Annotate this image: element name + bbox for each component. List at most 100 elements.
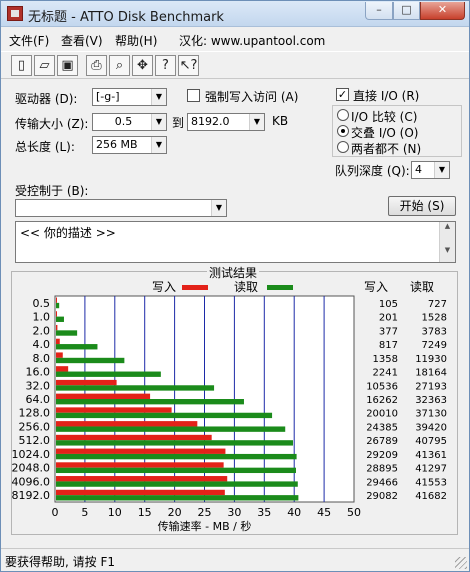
x-tick-label: 25 (198, 506, 212, 519)
help-icon[interactable]: ? (155, 55, 176, 76)
close-button[interactable]: ✕ (420, 2, 465, 20)
y-tick-label: 2048.0 (12, 462, 50, 475)
resize-grip[interactable] (455, 557, 467, 569)
x-tick-label: 5 (81, 506, 88, 519)
chevron-down-icon[interactable]: ▼ (249, 114, 264, 130)
print-icon[interactable]: ⎙ (86, 55, 107, 76)
direct-io-label[interactable]: 直接 I/O (R) (353, 87, 419, 104)
overlapped-io-label[interactable]: 交叠 I/O (O) (351, 124, 418, 141)
overlapped-io-radio[interactable] (337, 125, 349, 137)
minimize-button[interactable]: – (365, 2, 393, 20)
read-bar (56, 316, 64, 322)
write-bar (56, 324, 58, 331)
x-tick-label: 0 (52, 506, 59, 519)
chevron-down-icon[interactable]: ▼ (151, 137, 166, 153)
total-length-select[interactable]: 256 MB ▼ (92, 136, 167, 154)
drive-label: 驱动器 (D): (15, 92, 78, 106)
read-bar (56, 467, 296, 474)
read-value: 41553 (415, 477, 447, 488)
y-tick-label: 1024.0 (12, 448, 50, 461)
read-value: 27193 (415, 381, 447, 392)
start-button[interactable]: 开始 (S) (388, 196, 456, 216)
save-icon[interactable]: ▣ (57, 55, 78, 76)
print-preview-icon[interactable]: ⌕ (109, 55, 130, 76)
transfer-to-select[interactable]: 8192.0 ▼ (187, 113, 265, 131)
write-bar (56, 407, 172, 413)
write-bar (56, 448, 226, 454)
x-axis-label: 传输速率 - MB / 秒 (158, 519, 252, 533)
chevron-down-icon[interactable]: ▼ (151, 114, 166, 130)
write-value: 20010 (366, 409, 398, 420)
y-tick-label: 0.5 (33, 297, 51, 310)
write-value: 2241 (373, 368, 398, 379)
legend-swatch (182, 285, 208, 290)
read-value: 11930 (415, 354, 447, 365)
x-tick-label: 10 (108, 506, 122, 519)
write-value: 201 (379, 313, 398, 324)
neither-label[interactable]: 两者都不 (N) (351, 140, 421, 157)
force-write-checkbox[interactable] (187, 89, 200, 102)
atto-app-icon[interactable] (7, 6, 23, 21)
io-compare-radio[interactable] (337, 109, 349, 121)
chevron-down-icon[interactable]: ▼ (434, 162, 449, 178)
benchmark-chart: 0 5 10 15 20 25 30 35 40 45 50 传输速率 - MB / 秒 写入 读取 写入 读… (12, 280, 447, 533)
chevron-down-icon[interactable]: ▼ (211, 200, 226, 216)
write-value: 817 (379, 340, 398, 351)
write-bar (56, 434, 212, 441)
drive-select[interactable]: [-g-] ▼ (92, 88, 167, 106)
read-value: 40795 (415, 436, 447, 447)
neither-radio[interactable] (337, 141, 349, 153)
read-bar (56, 426, 286, 432)
transfer-from-select[interactable]: 0.5 ▼ (92, 113, 167, 131)
chevron-down-icon[interactable]: ▼ (151, 89, 166, 105)
direct-io-checkbox[interactable]: ✓ (336, 88, 349, 101)
io-compare-label[interactable]: I/O 比较 (C) (351, 108, 417, 125)
context-help-icon[interactable]: ↖? (178, 55, 199, 76)
to-label: 到 (172, 116, 185, 130)
x-tick-label: 40 (287, 506, 301, 519)
description-text[interactable]: << 你的描述 >> (20, 224, 116, 241)
read-value: 37130 (415, 409, 447, 420)
read-value: 727 (428, 299, 447, 310)
total-length-label: 总长度 (L): (15, 140, 75, 154)
drive-value: [-g-] (96, 90, 120, 103)
queue-depth-label: 队列深度 (Q): (335, 164, 410, 178)
y-tick-label: 32.0 (26, 379, 51, 392)
x-tick-label: 50 (347, 506, 361, 519)
description-scrollbar[interactable]: ▲ ▼ (439, 222, 455, 262)
menu-help[interactable]: 帮助(H) (115, 32, 157, 49)
title-bar[interactable]: 无标题 - ATTO Disk Benchmark – □ ✕ (1, 1, 469, 27)
write-value: 29466 (366, 477, 398, 488)
toolbar: ▯ ▱ ▣ ⎙ ⌕ ✥ ? ↖? (1, 51, 469, 79)
write-value: 26789 (366, 436, 398, 447)
read-value: 32363 (415, 395, 447, 406)
write-bar (56, 489, 225, 496)
total-length-value: 256 MB (96, 138, 138, 151)
open-icon[interactable]: ▱ (34, 55, 55, 76)
y-tick-label: 1.0 (33, 311, 51, 324)
write-bar (56, 393, 151, 399)
status-text: 要获得帮助, 请按 F1 (5, 555, 115, 569)
force-write-label[interactable]: 强制写入访问 (A) (205, 88, 298, 105)
y-tick-label: 64.0 (26, 393, 51, 406)
menu-localization-credit[interactable]: 汉化: www.upantool.com (179, 32, 325, 49)
y-tick-label: 2.0 (33, 324, 51, 337)
description-box[interactable]: << 你的描述 >> ▲ ▼ (15, 221, 456, 263)
maximize-button[interactable]: □ (393, 2, 420, 20)
y-tick-label: 512.0 (19, 434, 51, 447)
read-bar (56, 453, 297, 460)
write-bar (56, 366, 69, 372)
queue-depth-select[interactable]: 4 ▼ (411, 161, 450, 179)
read-bar (56, 495, 299, 501)
y-tick-label: 8.0 (33, 352, 51, 365)
move-icon[interactable]: ✥ (132, 55, 153, 76)
x-tick-label: 20 (168, 506, 182, 519)
read-bar (56, 385, 215, 391)
menu-file[interactable]: 文件(F) (9, 32, 49, 49)
write-bar (56, 352, 63, 358)
write-bar (56, 421, 198, 427)
controlled-by-select[interactable]: ▼ (15, 199, 227, 217)
menu-view[interactable]: 查看(V) (61, 32, 103, 49)
read-column-header: 读取 (410, 280, 434, 294)
new-icon[interactable]: ▯ (11, 55, 32, 76)
